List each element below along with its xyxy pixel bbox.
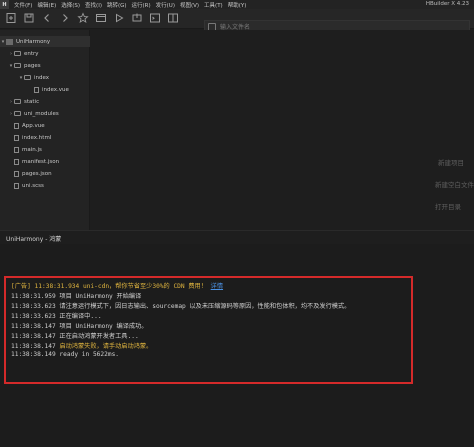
- folder-icon: [14, 99, 21, 104]
- tree-label: uni_modules: [24, 110, 59, 117]
- file-icon: [14, 146, 19, 153]
- new-project-link[interactable]: 新建项目: [438, 157, 464, 167]
- console-line: 11:38:31.959 项目 UniHarmony 开始编译: [11, 293, 142, 300]
- tree-label: App.vue: [22, 122, 45, 129]
- tree-label: static: [24, 98, 40, 105]
- menu-find[interactable]: 查找(I): [85, 1, 102, 9]
- console-line: 11:38:38.147 项目 UniHarmony 编译成功。: [11, 323, 148, 330]
- file-icon: [34, 86, 39, 93]
- tree-item-index-vue[interactable]: index.vue: [34, 84, 69, 95]
- menu-goto[interactable]: 跳转(G): [107, 1, 127, 9]
- tree-item-index-html[interactable]: index.html: [14, 132, 51, 143]
- console-line: 11:38:33.623 请注意运行模式下，因日志输出、sourcemap 以及…: [11, 303, 351, 310]
- tree-label: entry: [24, 50, 39, 57]
- run-icon[interactable]: [112, 12, 126, 26]
- file-icon: [14, 182, 19, 189]
- ad-details-link[interactable]: 详情: [211, 283, 223, 290]
- tree-item-static[interactable]: › static: [8, 96, 39, 107]
- console-tab[interactable]: UniHarmony - 鸿蒙: [6, 234, 61, 243]
- file-icon: [14, 158, 19, 165]
- tree-label: manifest.json: [22, 158, 60, 165]
- tree-label: pages.json: [22, 170, 52, 177]
- menu-select[interactable]: 选择(S): [61, 1, 80, 9]
- new-blank-file-link[interactable]: 新建空白文件: [435, 179, 474, 189]
- tree-project-root[interactable]: ▾ UniHarmony: [0, 36, 90, 47]
- save-icon[interactable]: [22, 12, 36, 26]
- tree-item-pages-json[interactable]: pages.json: [14, 168, 52, 179]
- menu-publish[interactable]: 发行(U): [156, 1, 175, 9]
- folder-icon: [24, 75, 31, 80]
- file-icon: [14, 134, 19, 141]
- back-icon[interactable]: [40, 12, 54, 26]
- menu-edit[interactable]: 编辑(E): [37, 1, 56, 9]
- window-title: HBuilder X 4.23: [425, 1, 469, 7]
- ad-text: [广告] 11:38:31.934 uni-cdn，帮你节省至少30%的 CDN…: [11, 283, 207, 290]
- tree-label: index: [34, 74, 50, 81]
- open-directory-link[interactable]: 打开目录: [435, 201, 461, 211]
- toolbar: [0, 9, 474, 35]
- tree-label: UniHarmony: [16, 38, 51, 45]
- project-icon: [6, 38, 13, 45]
- console-warn-line: 11:38:38.147 启动鸿蒙失败，请手动启动鸿蒙。: [11, 341, 152, 350]
- tree-item-app-vue[interactable]: App.vue: [14, 120, 45, 131]
- app-logo: H: [0, 0, 9, 9]
- console-tab-bar: UniHarmony - 鸿蒙: [0, 230, 474, 244]
- tree-label: main.js: [22, 146, 42, 153]
- editor-area: 新建项目 新建空白文件 打开目录: [91, 30, 474, 235]
- console-ad-line: [广告] 11:38:31.934 uni-cdn，帮你节省至少30%的 CDN…: [11, 281, 223, 290]
- tree-item-main-js[interactable]: main.js: [14, 144, 42, 155]
- tree-label: uni.scss: [22, 182, 44, 189]
- menu-bar: H 文件(F) 编辑(E) 选择(S) 查找(I) 跳转(G) 运行(R) 发行…: [0, 0, 474, 9]
- tree-label: pages: [24, 62, 41, 69]
- terminal-icon[interactable]: [148, 12, 162, 26]
- forward-icon[interactable]: [58, 12, 72, 26]
- warn-text: 启动鸿蒙失败，请手动启动鸿蒙。: [59, 343, 153, 350]
- tree-item-manifest-json[interactable]: manifest.json: [14, 156, 59, 167]
- tree-item-entry[interactable]: › entry: [8, 48, 39, 59]
- tree-item-uni-scss[interactable]: uni.scss: [14, 180, 44, 191]
- new-file-icon[interactable]: [4, 12, 18, 26]
- preview-icon[interactable]: [166, 12, 180, 26]
- folder-icon: [14, 63, 21, 68]
- file-icon: [14, 122, 19, 129]
- tree-label: index.vue: [42, 86, 69, 93]
- browser-icon[interactable]: [94, 12, 108, 26]
- file-icon: [14, 170, 19, 177]
- console-line: 11:38:33.623 正在编译中...: [11, 313, 102, 320]
- tree-item-uni-modules[interactable]: › uni_modules: [8, 108, 59, 119]
- menu-tools[interactable]: 工具(T): [204, 1, 223, 9]
- menu-file[interactable]: 文件(F): [14, 1, 32, 9]
- project-sidebar: ▾ UniHarmony › entry ▾ pages ▾ index ind…: [0, 30, 90, 246]
- folder-icon: [14, 51, 21, 56]
- tree-item-pages[interactable]: ▾ pages: [8, 60, 41, 71]
- menu-view[interactable]: 视图(V): [180, 1, 199, 9]
- tree-item-index-folder[interactable]: ▾ index: [18, 72, 49, 83]
- star-icon[interactable]: [76, 12, 90, 26]
- menu-help[interactable]: 帮助(Y): [228, 1, 247, 9]
- tree-label: index.html: [22, 134, 52, 141]
- menu-run[interactable]: 运行(R): [132, 1, 151, 9]
- warn-time: 11:38:38.147: [11, 343, 56, 350]
- console-line: 11:38:38.147 正在启动鸿蒙开发者工具...: [11, 333, 139, 340]
- folder-icon: [14, 111, 21, 116]
- console-line: 11:38:38.149 ready in 5622ms.: [11, 351, 120, 358]
- publish-icon[interactable]: [130, 12, 144, 26]
